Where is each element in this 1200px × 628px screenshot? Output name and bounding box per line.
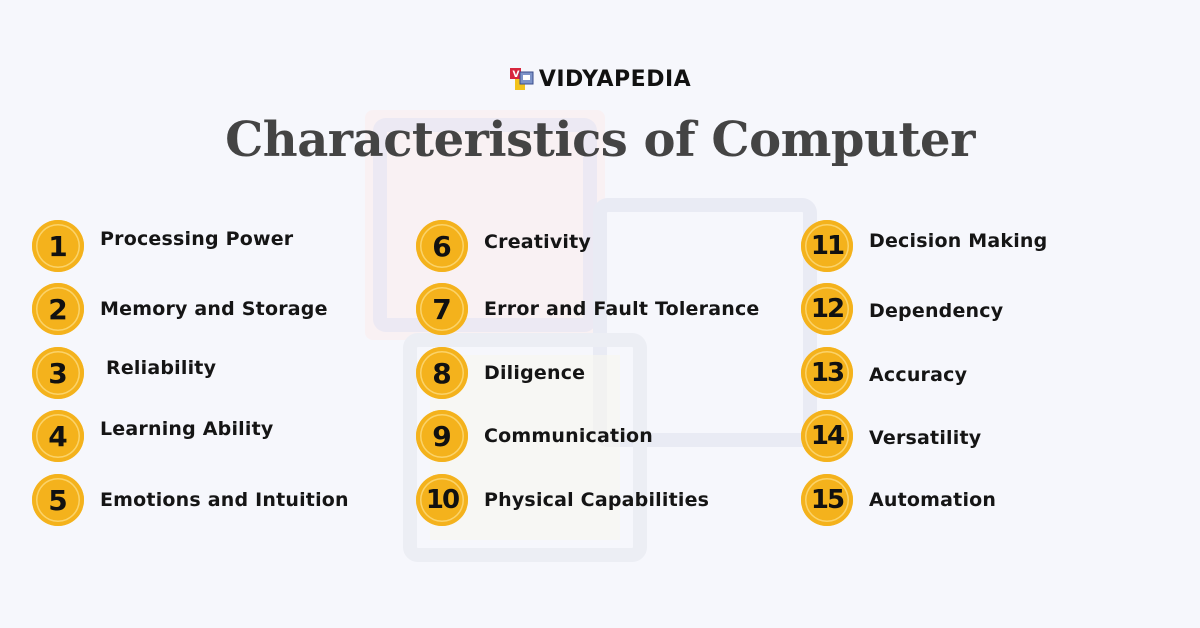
item-label: Decision Making <box>869 230 1048 252</box>
number-badge: 6 <box>416 220 468 272</box>
number-badge: 10 <box>416 474 468 526</box>
brand-name: VIDYAPEDIA <box>538 66 692 92</box>
number-badge: 13 <box>801 347 853 399</box>
list-item: 7 Error and Fault Tolerance <box>416 283 760 335</box>
list-item: 8 Diligence <box>416 347 585 399</box>
number-badge: 2 <box>32 283 84 335</box>
number-badge: 4 <box>32 410 84 462</box>
list-item: 10 Physical Capabilities <box>416 474 709 526</box>
item-label: Learning Ability <box>100 418 274 440</box>
list-item: 2 Memory and Storage <box>32 283 328 335</box>
item-label: Diligence <box>484 362 586 384</box>
number-badge: 12 <box>801 283 853 335</box>
list-item: 5 Emotions and Intuition <box>32 474 349 526</box>
number-badge: 1 <box>32 220 84 272</box>
item-label: Versatility <box>869 427 982 449</box>
number-badge: 5 <box>32 474 84 526</box>
item-label: Processing Power <box>100 228 294 250</box>
number-badge: 14 <box>801 410 853 462</box>
number-badge: 7 <box>416 283 468 335</box>
list-item: 12 Dependency <box>801 283 1003 335</box>
list-item: 4 Learning Ability <box>32 410 273 462</box>
item-label: Dependency <box>869 300 1004 322</box>
item-label: Physical Capabilities <box>484 489 710 511</box>
brand: V VIDYAPEDIA <box>0 66 1200 92</box>
item-label: Communication <box>484 425 654 447</box>
number-badge: 3 <box>32 347 84 399</box>
item-label: Creativity <box>484 231 591 253</box>
list-item: 11 Decision Making <box>801 220 1047 272</box>
item-label: Memory and Storage <box>100 298 328 320</box>
svg-text:V: V <box>512 70 519 80</box>
list-item: 14 Versatility <box>801 410 981 462</box>
number-badge: 8 <box>416 347 468 399</box>
item-label: Emotions and Intuition <box>100 489 349 511</box>
item-label: Reliability <box>106 357 217 379</box>
list-item: 1 Processing Power <box>32 220 293 272</box>
page-title: Characteristics of Computer <box>225 112 975 168</box>
item-label: Accuracy <box>869 364 968 386</box>
number-badge: 15 <box>801 474 853 526</box>
item-label: Error and Fault Tolerance <box>484 298 760 320</box>
vidyapedia-logo-icon: V <box>509 66 535 92</box>
list-item: 6 Creativity <box>416 220 591 272</box>
list-item: 13 Accuracy <box>801 347 967 399</box>
number-badge: 11 <box>801 220 853 272</box>
item-label: Automation <box>869 489 997 511</box>
list-item: 15 Automation <box>801 474 996 526</box>
list-item: 3 Reliability <box>32 347 216 399</box>
list-item: 9 Communication <box>416 410 653 462</box>
number-badge: 9 <box>416 410 468 462</box>
